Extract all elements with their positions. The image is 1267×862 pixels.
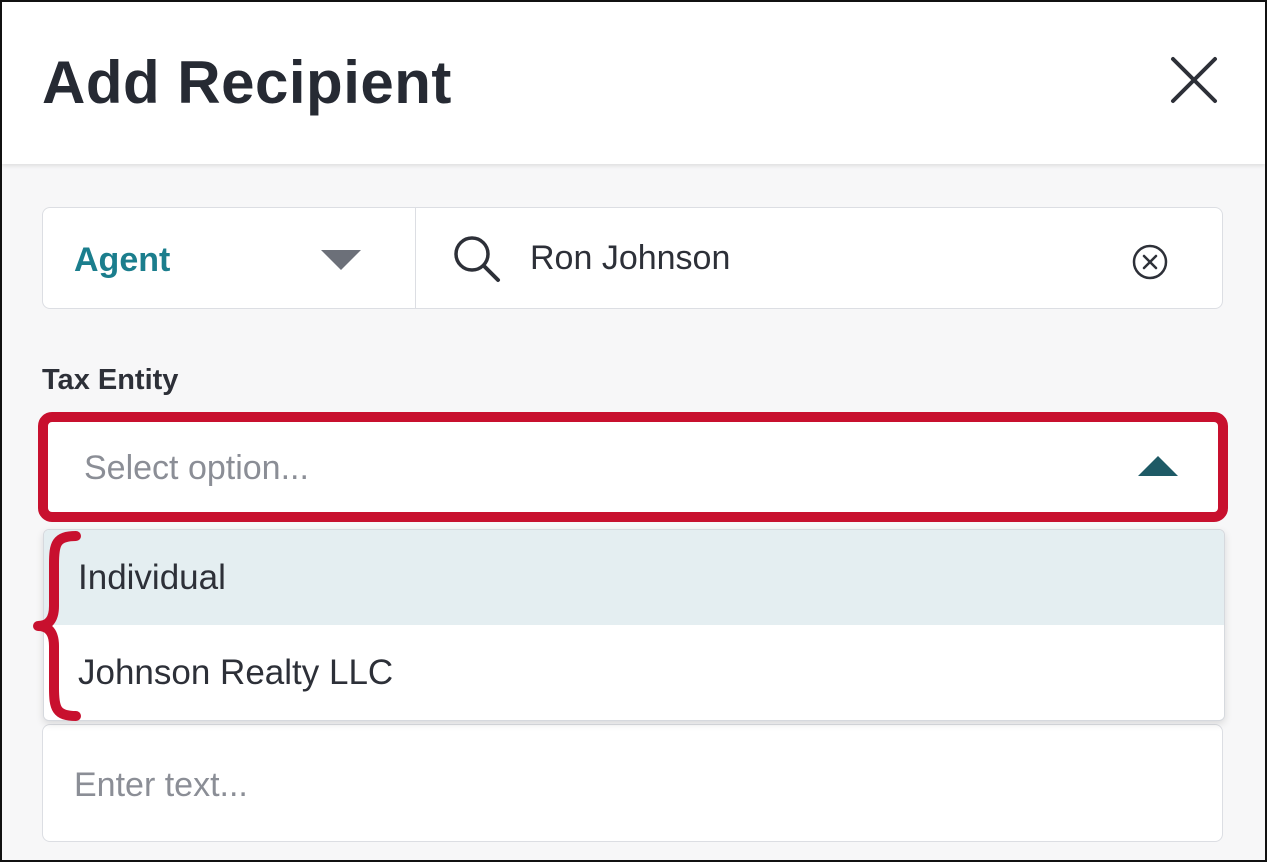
text-field-wrapper [42,724,1223,842]
caret-down-icon [321,250,361,270]
dialog-header: Add Recipient [2,2,1265,164]
option-label: Johnson Realty LLC [78,653,394,692]
clear-circle-icon[interactable] [1130,242,1170,282]
recipient-search-row: Agent [42,207,1223,309]
caret-up-icon [1138,456,1178,476]
close-button[interactable] [1164,50,1224,110]
close-icon [1171,57,1217,103]
add-recipient-dialog: Add Recipient Agent Tax Entity [0,0,1267,862]
option-individual[interactable]: Individual [44,530,1224,625]
dialog-title: Add Recipient [42,49,452,116]
text-input[interactable] [74,763,1174,807]
recipient-type-select[interactable]: Agent [43,208,416,308]
recipient-search-input[interactable] [530,236,1090,280]
recipient-search-field[interactable] [416,208,1222,308]
tax-entity-select[interactable]: Select option... [58,432,1208,502]
curly-brace-annotation-icon [33,531,81,721]
option-johnson-realty-llc[interactable]: Johnson Realty LLC [44,625,1224,720]
tax-entity-label: Tax Entity [42,364,179,396]
recipient-type-value: Agent [74,241,171,279]
option-label: Individual [78,558,226,597]
tax-entity-options-list: Individual Johnson Realty LLC [43,529,1225,721]
tax-entity-placeholder: Select option... [84,449,309,487]
highlight-annotation-box: Select option... [38,412,1228,522]
search-icon [454,236,500,282]
